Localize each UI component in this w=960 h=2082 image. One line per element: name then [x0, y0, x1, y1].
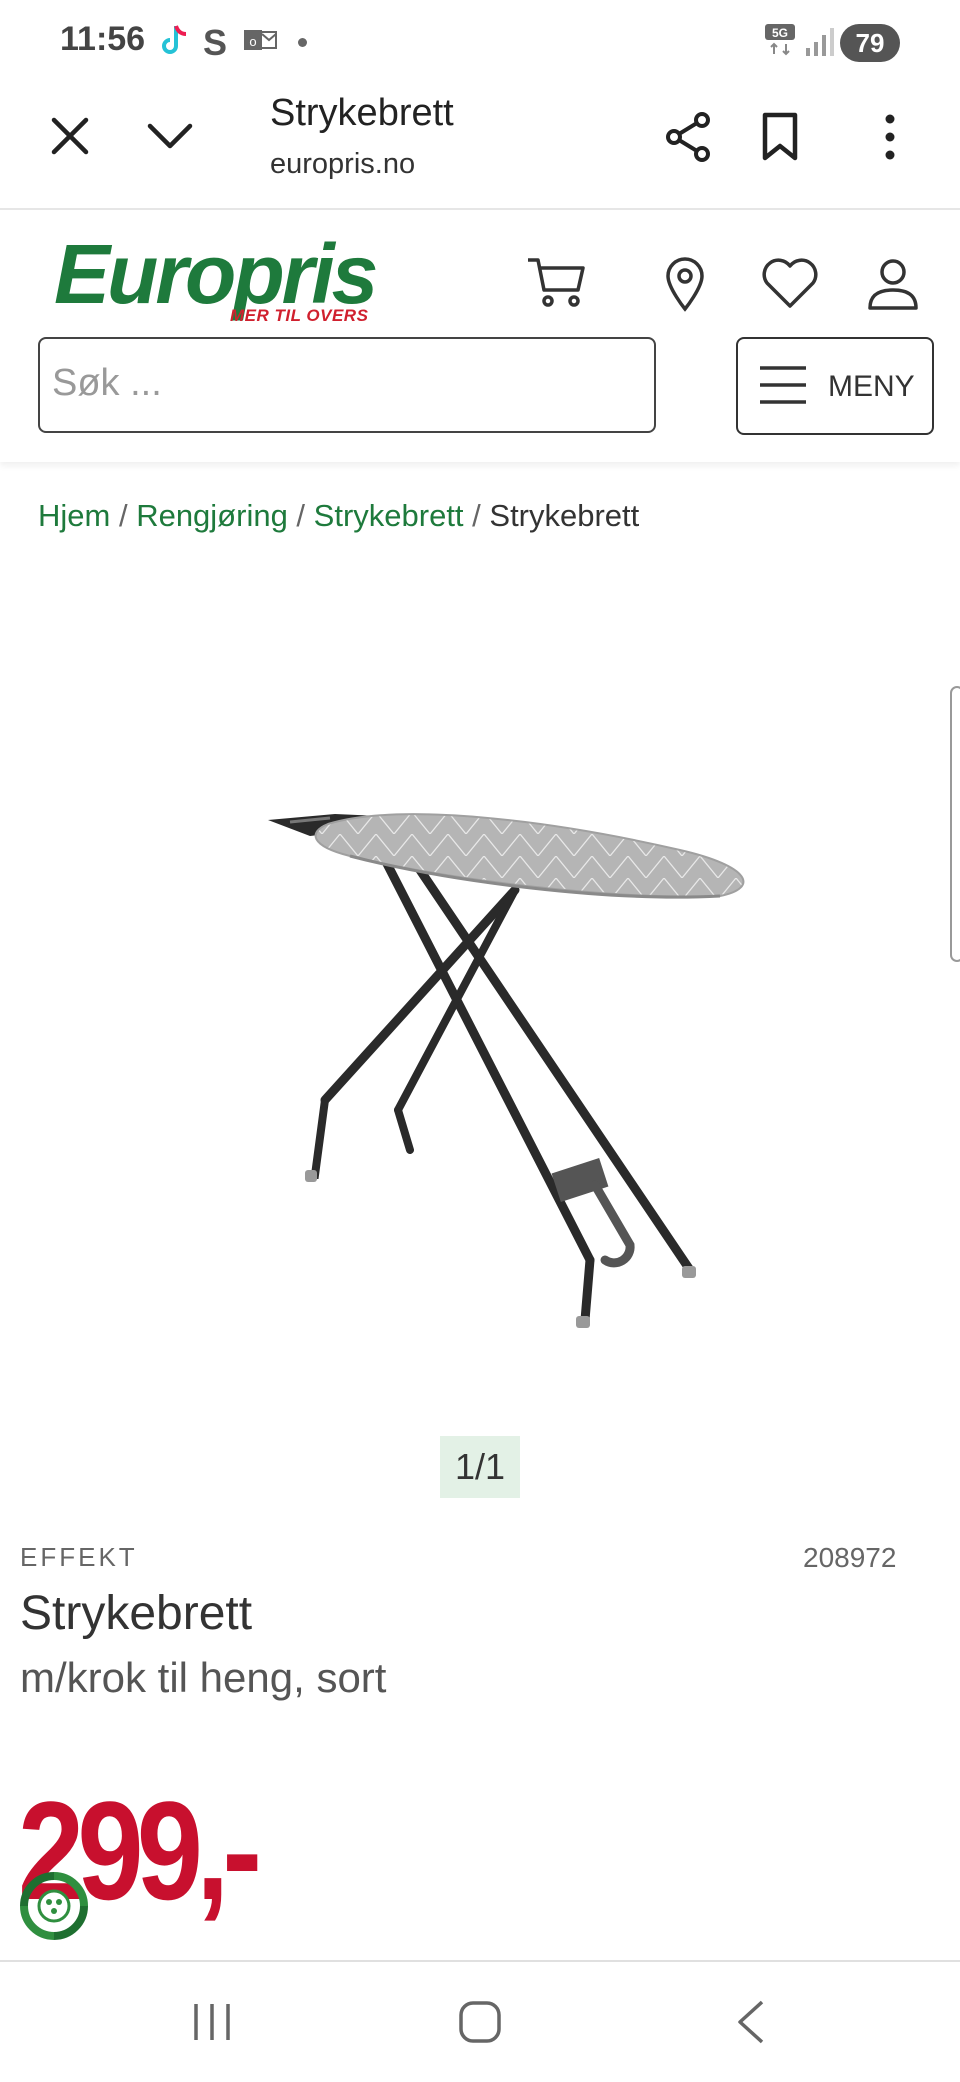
share-icon[interactable]: [664, 110, 714, 164]
breadcrumb: Hjem / Rengjøring / Strykebrett / Stryke…: [38, 498, 639, 534]
breadcrumb-link-cleaning[interactable]: Rengjøring: [136, 498, 288, 533]
menu-label: MENY: [828, 370, 915, 403]
more-options-icon[interactable]: [882, 112, 898, 162]
location-pin-icon[interactable]: [664, 256, 706, 312]
product-brand: EFFEKT: [20, 1542, 138, 1572]
tiktok-icon: [158, 22, 192, 60]
status-time: 11:56: [60, 20, 146, 58]
page-title: Strykebrett: [270, 92, 454, 134]
product-subtitle: m/krok til heng, sort: [20, 1654, 387, 1701]
breadcrumb-link-home[interactable]: Hjem: [38, 498, 110, 533]
product-name: Strykebrett: [20, 1587, 253, 1640]
eco-badge-icon[interactable]: [18, 1870, 90, 1942]
product-sku: 208972: [803, 1542, 897, 1573]
heart-icon[interactable]: [760, 256, 820, 310]
page-domain: europris.no: [270, 148, 416, 180]
breadcrumb-link-ironing-boards[interactable]: Strykebrett: [314, 498, 464, 533]
svg-text:5G: 5G: [772, 26, 788, 40]
user-icon[interactable]: [866, 256, 920, 312]
5g-icon: 5G: [764, 22, 798, 58]
image-counter: 1/1: [440, 1436, 520, 1498]
svg-text:o: o: [249, 34, 256, 49]
notification-dot: [298, 38, 307, 47]
search-placeholder: Søk ...: [52, 362, 162, 404]
close-icon[interactable]: [48, 114, 92, 158]
signal-icon: [804, 24, 836, 58]
s-app-icon: S: [203, 22, 228, 63]
back-icon[interactable]: [736, 2000, 766, 2044]
breadcrumb-separator: /: [463, 498, 490, 533]
gallery-scroll-handle[interactable]: [950, 686, 960, 962]
breadcrumb-separator: /: [287, 498, 314, 533]
product-image[interactable]: [250, 790, 770, 1350]
logo-tagline: MER TIL OVERS: [230, 306, 369, 325]
breadcrumb-separator: /: [110, 498, 137, 533]
breadcrumb-current: Strykebrett: [489, 498, 640, 533]
chevron-down-icon[interactable]: [146, 118, 194, 154]
hamburger-icon: [758, 364, 808, 406]
home-icon[interactable]: [458, 2000, 502, 2044]
cart-icon[interactable]: [526, 254, 586, 310]
browser-toolbar: [0, 80, 960, 210]
recent-apps-icon[interactable]: [192, 2002, 232, 2042]
bookmark-icon[interactable]: [760, 112, 800, 162]
outlook-icon: o: [242, 22, 278, 58]
battery-indicator: 79: [840, 24, 900, 62]
